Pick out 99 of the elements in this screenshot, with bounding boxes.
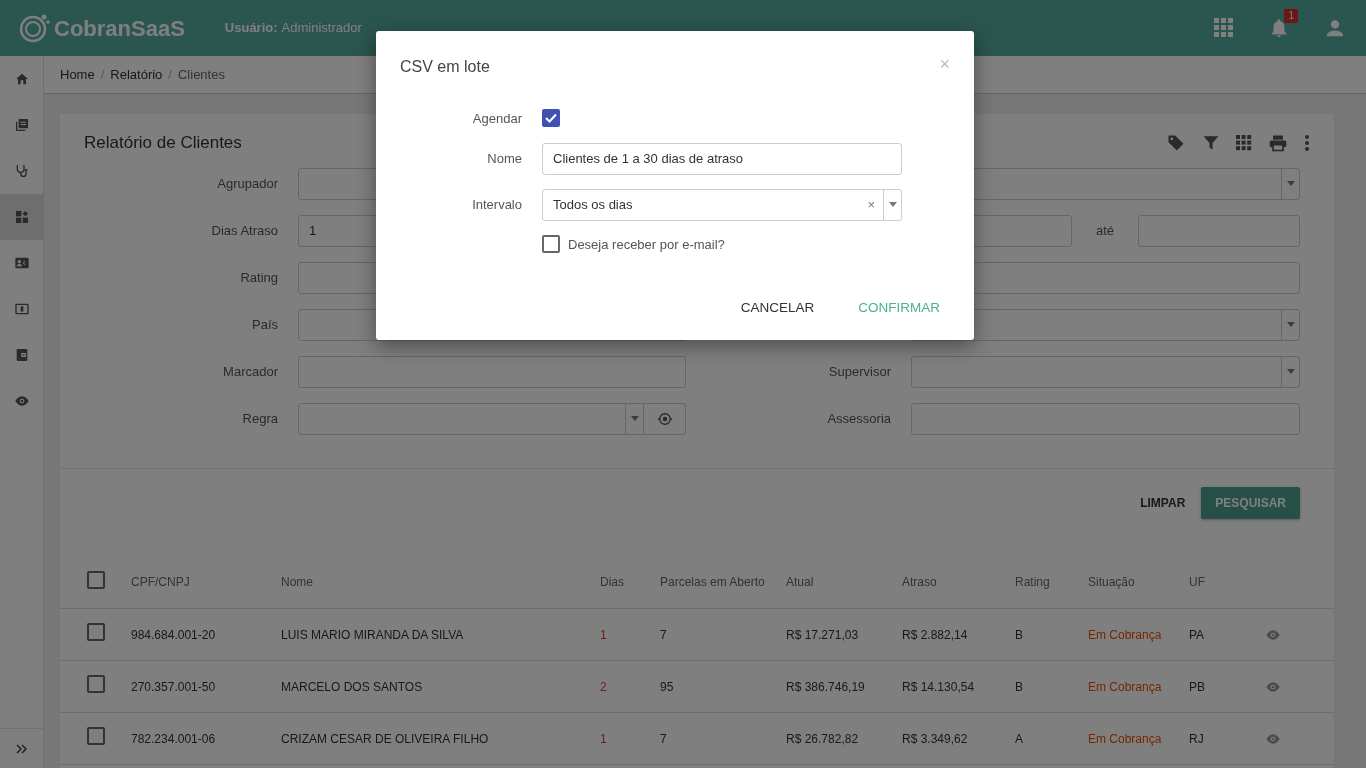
field-label: Supervisor xyxy=(827,362,891,381)
select-value: Todos os dias xyxy=(553,195,634,214)
table-cell: MARCELO DOS SANTOS xyxy=(281,679,423,694)
field-label: Assessoria xyxy=(826,409,891,428)
table-cell: R$ 17.271,03 xyxy=(786,627,859,642)
field-label: Rating xyxy=(239,268,278,287)
user-label: Usuário: xyxy=(224,19,278,38)
table-cell: R$ 14.130,54 xyxy=(902,679,975,694)
breadcrumb-separator: / xyxy=(168,65,172,84)
dropdown-icon xyxy=(630,416,639,421)
table-cell: 270.357.001-50 xyxy=(131,679,216,694)
table-cell: CRIZAM CESAR DE OLIVEIRA FILHO xyxy=(281,731,489,746)
field-label: Dias Atraso xyxy=(210,221,278,240)
clear-button[interactable]: LIMPAR xyxy=(1132,486,1194,519)
notification-badge: 1 xyxy=(1284,9,1298,23)
input-field[interactable] xyxy=(911,402,1300,435)
checkbox[interactable] xyxy=(542,235,560,254)
clear-button[interactable]: × xyxy=(867,194,875,215)
select-field[interactable]: Todos os dias × xyxy=(542,188,902,221)
more-icon[interactable] xyxy=(1304,133,1310,152)
sidebar-item[interactable] xyxy=(0,194,43,240)
table-cell: 1 xyxy=(600,731,607,746)
table-cell: PB xyxy=(1189,679,1205,694)
table-cell: R$ 3.349,62 xyxy=(902,731,968,746)
table-cell: Em Cobrança xyxy=(1088,679,1162,694)
column-header: Rating xyxy=(1015,575,1050,590)
dropdown-icon xyxy=(888,202,897,207)
row-checkbox[interactable] xyxy=(86,675,105,693)
row-checkbox[interactable] xyxy=(86,623,105,641)
table-cell: 2 xyxy=(600,679,607,694)
column-header: Dias xyxy=(600,575,624,590)
table-cell: 7 xyxy=(660,627,667,642)
breadcrumb-separator: / xyxy=(100,65,105,84)
column-header: UF xyxy=(1189,575,1205,590)
search-button[interactable]: PESQUISAR xyxy=(1201,486,1300,519)
table-cell: 7 xyxy=(660,731,667,746)
logo-icon xyxy=(20,13,50,43)
dropdown-icon xyxy=(1286,322,1295,327)
table-cell: A xyxy=(1015,731,1023,746)
apps-icon[interactable] xyxy=(1214,18,1234,38)
column-header: Situação xyxy=(1088,575,1135,590)
field-label: Agrupador xyxy=(216,174,278,193)
field-label: Regra xyxy=(241,409,278,428)
column-header: Atraso xyxy=(902,575,937,590)
table-cell: 984.684.001-20 xyxy=(131,627,216,642)
range-label: até xyxy=(1094,221,1116,240)
modal-title: CSV em lote xyxy=(400,57,490,77)
table-cell: PA xyxy=(1189,627,1205,642)
breadcrumb-link[interactable]: Relatório xyxy=(110,64,163,85)
row-checkbox[interactable] xyxy=(86,727,105,745)
book-icon xyxy=(13,117,30,133)
table-cell: RJ xyxy=(1189,731,1204,746)
column-header: Nome xyxy=(281,575,313,590)
target-icon xyxy=(657,411,672,426)
column-header: CPF/CNPJ xyxy=(131,575,190,590)
expand-icon[interactable] xyxy=(15,742,28,755)
table-cell: 1 xyxy=(600,627,607,642)
table-cell: B xyxy=(1015,679,1023,694)
dropdown-icon xyxy=(1286,369,1295,374)
input-field[interactable]: Clientes de 1 a 30 dias de atraso xyxy=(542,142,902,175)
table-cell: Em Cobrança xyxy=(1088,731,1162,746)
dashboard-icon xyxy=(13,209,30,225)
dropdown-icon xyxy=(1286,181,1295,186)
table-cell: B xyxy=(1015,627,1023,642)
cancel-button[interactable]: CANCELAR xyxy=(730,292,825,325)
rule-button[interactable] xyxy=(644,402,686,435)
user-name: Administrador xyxy=(281,19,362,38)
table-cell: R$ 26.782,82 xyxy=(786,731,859,746)
breadcrumb-link[interactable]: Home xyxy=(60,64,95,85)
column-header: Parcelas em Aberto xyxy=(660,575,765,590)
money-icon xyxy=(13,301,30,317)
select-field[interactable] xyxy=(911,355,1300,388)
input-field[interactable] xyxy=(1138,214,1300,247)
select-all-checkbox[interactable] xyxy=(86,570,105,589)
table-cell: 95 xyxy=(660,679,674,694)
field-label: Marcador xyxy=(222,362,278,381)
grid-icon[interactable] xyxy=(1236,134,1252,151)
field-label: Agendar xyxy=(471,110,522,128)
column-header: Atual xyxy=(786,575,814,590)
eye-icon xyxy=(13,393,30,409)
field-label: Intervalo xyxy=(471,195,522,214)
table-cell: Em Cobrança xyxy=(1088,627,1162,642)
select-field[interactable] xyxy=(298,402,644,435)
breadcrumb-current: Clientes xyxy=(177,65,225,84)
filter-icon[interactable] xyxy=(1202,133,1220,152)
table-cell: 782.234.001-06 xyxy=(131,731,216,746)
contact-card-icon xyxy=(13,255,30,271)
table-cell: R$ 2.882,14 xyxy=(902,627,968,642)
user-icon[interactable] xyxy=(1324,17,1346,39)
table-cell: R$ 386.746,19 xyxy=(786,679,865,694)
confirm-button[interactable]: CONFIRMAR xyxy=(848,292,950,325)
checkbox-label: Deseja receber por e-mail? xyxy=(568,235,725,254)
table-cell: LUIS MARIO MIRANDA DA SILVA xyxy=(281,627,464,642)
checkbox[interactable] xyxy=(542,109,560,127)
input-field[interactable] xyxy=(298,355,686,388)
logo: CobranSaaS xyxy=(54,14,185,43)
field-label: País xyxy=(251,315,278,334)
field-label: Nome xyxy=(486,149,522,168)
report-title: Relatório de Clientes xyxy=(84,132,242,154)
